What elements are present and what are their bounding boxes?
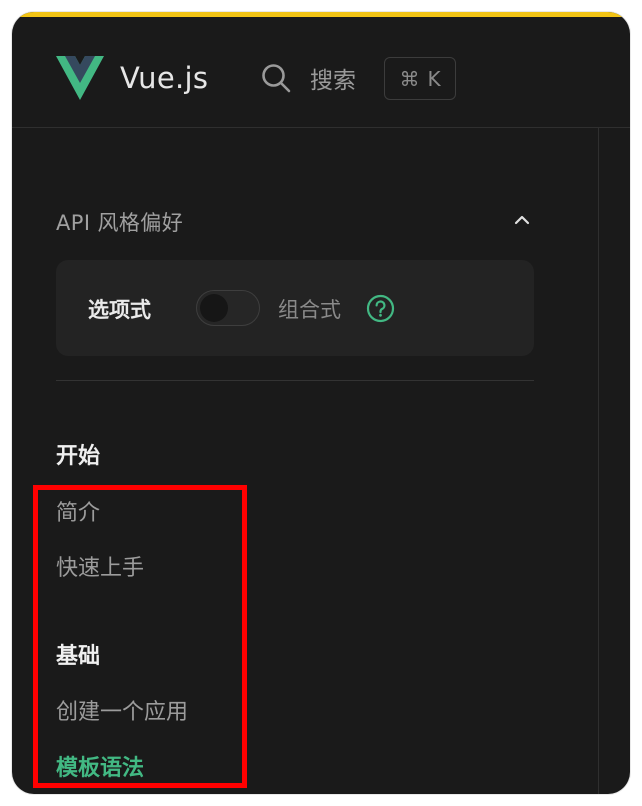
brand-name[interactable]: Vue.js: [120, 61, 208, 95]
content-divider: [598, 128, 599, 794]
vue-logo-icon[interactable]: [56, 56, 104, 100]
option-api-label[interactable]: 选项式: [88, 294, 151, 324]
question-circle-icon[interactable]: [366, 294, 395, 323]
highlight-box: [33, 485, 247, 788]
chevron-up-icon[interactable]: [512, 210, 532, 230]
search-shortcut-badge: ⌘ K: [384, 57, 456, 100]
section-title-start: 开始: [56, 444, 101, 469]
api-style-switch-panel: 选项式 组合式: [56, 260, 534, 356]
app-window: Vue.js 搜索 ⌘ K API 风格偏好 选项式 组合式 开始 简介 快速上…: [12, 12, 630, 794]
header: Vue.js 搜索 ⌘ K: [12, 17, 630, 128]
api-style-label: API 风格偏好: [56, 211, 184, 235]
api-style-toggle[interactable]: [196, 290, 260, 326]
shortcut-key: K: [427, 66, 441, 91]
toggle-knob: [200, 294, 228, 322]
command-key-icon: ⌘: [399, 66, 420, 91]
section-divider: [56, 380, 534, 381]
search-button[interactable]: 搜索: [260, 60, 356, 96]
composition-api-label[interactable]: 组合式: [278, 294, 341, 324]
search-label: 搜索: [310, 68, 356, 94]
search-icon: [262, 64, 291, 93]
